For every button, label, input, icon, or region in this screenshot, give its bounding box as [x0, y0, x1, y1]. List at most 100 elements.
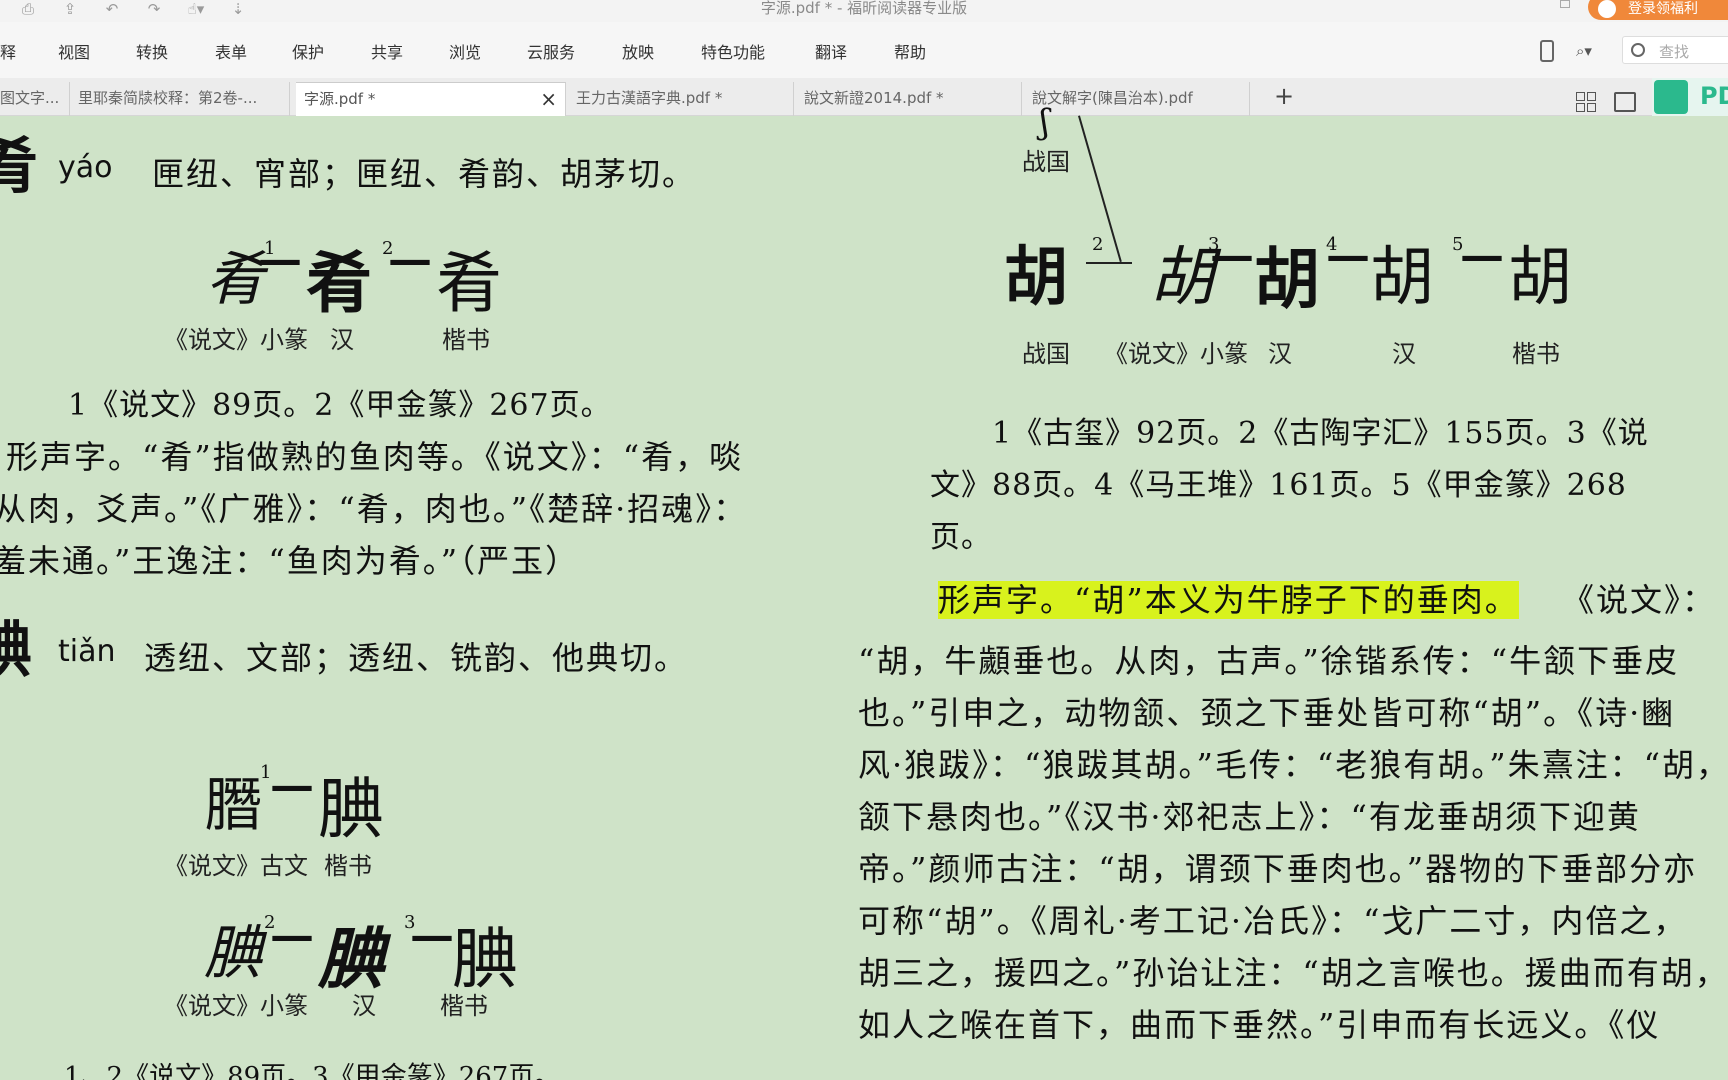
form-label: 汉	[1268, 340, 1292, 368]
menu-item-protect[interactable]: 保护	[292, 39, 324, 63]
form-label: 战国	[1022, 148, 1070, 176]
menu-item-browse[interactable]: 浏览	[449, 39, 481, 63]
close-icon[interactable]: ×	[540, 83, 557, 115]
entry-headword: 肴	[0, 132, 38, 202]
form-label: 《说文》古文	[164, 852, 308, 880]
glyph-form-1: 肴	[206, 245, 265, 313]
glyph-form-0: ʃ	[1040, 102, 1050, 142]
glyph-form-1: 腆	[204, 919, 263, 987]
form-label: 楷书	[324, 852, 372, 880]
dash: —	[1326, 230, 1370, 281]
mobile-icon[interactable]	[1540, 40, 1554, 62]
tab-bar: 图文字... 里耶秦简牍校释：第2卷-... 字源.pdf * × 王力古漢語字…	[0, 78, 1728, 116]
document-view: 肴 yáo 匣纽、宵部；匣纽、肴韵、胡茅切。 肴 1 — 肴 2 — 肴 《说文…	[0, 102, 1728, 1080]
form-label: 汉	[352, 992, 376, 1020]
body-line: “胡，牛顪垂也。从肉，古声。”徐锴系传：“牛颔下垂皮	[858, 642, 1680, 680]
body-line: 风·狼跋》：“狼跋其胡。”毛传：“老狼有胡。”朱熹注：“胡，	[858, 746, 1728, 784]
dash: —	[270, 760, 314, 811]
menu-item-view[interactable]: 视图	[58, 39, 90, 63]
login-button-label: 登录领福利	[1628, 1, 1698, 17]
tab-doc-3[interactable]: 字源.pdf * ×	[296, 82, 566, 116]
form-label: 《说文》小篆	[164, 992, 308, 1020]
form-label: 汉	[330, 326, 354, 354]
menu-item-cloud[interactable]: 云服务	[527, 39, 575, 63]
body-line: 颔下悬肉也。”《汉书·郊祀志上》：“有龙垂胡须下迎黄	[858, 798, 1641, 836]
tab-doc-1[interactable]: 图文字...	[0, 82, 70, 116]
dash: —	[258, 234, 302, 285]
references: 文》88页。4《马王堆》161页。5《甲金篆》268	[930, 468, 1627, 503]
body-line: 从肉，爻声。”《广雅》：“肴，肉也。”《楚辞·招魂》：	[0, 490, 748, 528]
search-view-icon[interactable]: ⌕▾	[1576, 42, 1606, 60]
glyph-form-2: 腆	[318, 771, 384, 848]
search-placeholder: 查找	[1659, 43, 1690, 61]
body-line: 也。”引申之，动物颔、颈之下垂处皆可称“胡”。《诗·豳	[858, 694, 1676, 732]
menu-bar: 释 视图 转换 表单 保护 共享 浏览 云服务 放映 特色功能 翻译 帮助	[0, 22, 1728, 78]
menu-item-annotate[interactable]: 释	[0, 39, 16, 63]
body-line: 如人之喉在首下，曲而下垂然。”引申而有长远义。《仪	[858, 1006, 1661, 1044]
glyph-form-3: 肴	[436, 245, 502, 322]
form-label: 《说文》小篆	[1104, 340, 1248, 368]
tab-doc-4[interactable]: 王力古漢語字典.pdf *	[568, 82, 794, 116]
menu-item-forms[interactable]: 表单	[215, 39, 247, 63]
entry-phonology: 透纽、文部；透纽、铣韵、他典切。	[144, 639, 689, 677]
tab-label: 图文字...	[0, 89, 60, 107]
glyph-form-2: 肴	[306, 244, 372, 322]
entry-headword: 腆	[0, 616, 32, 686]
body-line: 《说文》：	[1562, 581, 1717, 619]
body-line: 帝。”颜师古注：“胡，谓颈下垂肉也。”器物的下垂部分亦	[858, 850, 1698, 888]
menu-item-help[interactable]: 帮助	[894, 39, 926, 63]
form-label: 楷书	[1512, 340, 1560, 368]
form-label: 汉	[1392, 340, 1416, 368]
menu-item-convert[interactable]: 转换	[136, 39, 168, 63]
references: 1、2《说文》89页。3《甲金篆》267页。	[64, 1062, 561, 1080]
restore-icon[interactable]	[1560, 0, 1570, 8]
references: 1《古玺》92页。2《古陶字汇》155页。3《说	[992, 416, 1649, 451]
dash: —	[1210, 230, 1254, 281]
glyph-form-4: 胡	[1370, 241, 1434, 315]
highlighted-text[interactable]: 形声字。“胡”本义为牛脖子下的垂肉。	[938, 581, 1519, 619]
add-tab-button[interactable]: +	[1274, 82, 1294, 110]
search-icon	[1631, 43, 1645, 57]
title-bar: ⎙ ⇪ ↶ ↷ ☝▾ ⇣ 字源.pdf * - 福昕阅读器专业版 登录领福利	[0, 0, 1728, 22]
pdf-logo[interactable]: PD	[1652, 78, 1728, 116]
tab-label: 王力古漢語字典.pdf *	[576, 89, 723, 107]
logo-text: PD	[1700, 82, 1728, 110]
glyph-form-3: 胡	[1254, 240, 1320, 318]
tab-doc-5[interactable]: 說文新證2014.pdf *	[796, 82, 1022, 116]
entry-phonology: 匣纽、宵部；匣纽、肴韵、胡茅切。	[152, 155, 697, 193]
entry-pinyin: tiǎn	[58, 634, 116, 669]
references: 1《说文》89页。2《甲金篆》267页。	[68, 388, 612, 423]
glyph-form-1: 䐶	[204, 771, 263, 839]
tab-label: 字源.pdf *	[304, 90, 376, 108]
menu-item-share[interactable]: 共享	[371, 39, 403, 63]
body-line: 形声字。“肴”指做熟的鱼肉等。《说文》：“肴，啖	[6, 438, 744, 476]
connector-line	[1086, 262, 1132, 264]
logo-icon	[1654, 80, 1688, 114]
menu-item-features[interactable]: 特色功能	[701, 39, 765, 63]
tab-label: 說文新證2014.pdf *	[804, 89, 944, 107]
tab-label: 里耶秦简牍校释：第2卷-...	[78, 89, 258, 107]
menu-item-translate[interactable]: 翻译	[815, 39, 847, 63]
body-line: 羞未通。”王逸注：“鱼肉为肴。”（严玉）	[0, 542, 580, 580]
tab-label: 說文解字(陳昌治本).pdf	[1032, 89, 1193, 107]
form-label: 楷书	[440, 992, 488, 1020]
entry-pinyin: yáo	[58, 150, 113, 185]
login-button[interactable]: 登录领福利	[1588, 0, 1728, 20]
form-label: 战国	[1022, 340, 1070, 368]
body-line: 胡三之，援四之。”孙诒让注：“胡之言喉也。援曲而有胡，	[858, 954, 1728, 992]
glyph-form-5: 胡	[1508, 241, 1572, 315]
grid-view-icon[interactable]	[1576, 92, 1596, 112]
body-line: 可称“胡”。《周礼·考工记·冶氏》：“戈广二寸，内倍之，	[858, 902, 1688, 940]
dash: —	[410, 910, 454, 961]
dash: —	[388, 234, 432, 285]
tab-doc-6[interactable]: 說文解字(陳昌治本).pdf	[1024, 82, 1250, 116]
search-input[interactable]: 查找	[1622, 36, 1728, 64]
list-view-icon[interactable]	[1614, 92, 1636, 112]
window-title: 字源.pdf * - 福昕阅读器专业版	[760, 0, 968, 17]
dash: —	[270, 910, 314, 961]
tab-doc-2[interactable]: 里耶秦简牍校释：第2卷-...	[70, 82, 290, 116]
menu-item-slideshow[interactable]: 放映	[622, 39, 654, 63]
dash: —	[1460, 230, 1504, 281]
glyph-form-1: 胡	[1004, 240, 1068, 315]
glyph-form-2: 胡	[1150, 241, 1214, 315]
